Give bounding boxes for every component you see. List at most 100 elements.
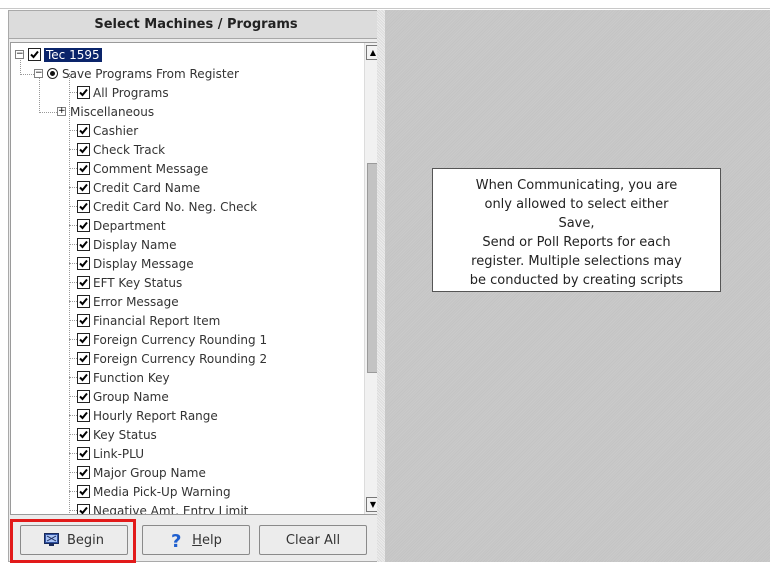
- tree-item[interactable]: Negative Amt. Entry Limit: [77, 501, 248, 514]
- tree-item-label: Check Track: [93, 142, 166, 157]
- checkbox-checked-icon[interactable]: [77, 219, 90, 232]
- checkbox-checked-icon[interactable]: [77, 485, 90, 498]
- checkbox-checked-icon[interactable]: [77, 371, 90, 384]
- tree-connector: [69, 491, 77, 492]
- tree-item[interactable]: Check Track: [77, 140, 165, 159]
- tree-item-label: Hourly Report Range: [93, 408, 218, 423]
- button-bar: Begin ? Help Clear All: [9, 516, 383, 563]
- tree-item[interactable]: Hourly Report Range: [77, 406, 218, 425]
- tree-connector: [20, 74, 34, 75]
- tree-item-label: Comment Message: [93, 161, 209, 176]
- radio-selected-icon[interactable]: [47, 68, 58, 79]
- tree-item-label: Major Group Name: [93, 465, 206, 480]
- tree-connector: [69, 206, 77, 207]
- checkbox-checked-icon[interactable]: [77, 200, 90, 213]
- tree-item[interactable]: Major Group Name: [77, 463, 206, 482]
- help-button-label: Help: [192, 533, 222, 548]
- checkbox-checked-icon[interactable]: [77, 352, 90, 365]
- tree-node-root[interactable]: − Tec 1595: [15, 45, 102, 64]
- help-rest: elp: [201, 532, 222, 548]
- info-line: Save,: [558, 216, 595, 231]
- checkbox-checked-icon[interactable]: [77, 504, 90, 514]
- tree-connector: [69, 320, 77, 321]
- tree-item[interactable]: Display Message: [77, 254, 194, 273]
- tree-item[interactable]: EFT Key Status: [77, 273, 182, 292]
- tree-connector: [69, 453, 77, 454]
- checkbox-checked-icon[interactable]: [77, 333, 90, 346]
- checkbox-checked-icon[interactable]: [77, 390, 90, 403]
- clear-all-button-label: Clear All: [285, 532, 341, 548]
- tree-node-root-label: Tec 1595: [44, 47, 102, 62]
- tree-node-save-programs[interactable]: − Save Programs From Register: [34, 64, 239, 83]
- tree-item[interactable]: Credit Card Name: [77, 178, 200, 197]
- tree-node-all-programs[interactable]: All Programs: [77, 83, 169, 102]
- tree-item[interactable]: Cashier: [77, 121, 138, 140]
- tree-item-label: Media Pick-Up Warning: [93, 484, 231, 499]
- tree-item-label: Department: [93, 218, 166, 233]
- tree-item[interactable]: Key Status: [77, 425, 157, 444]
- tree-item[interactable]: Display Name: [77, 235, 176, 254]
- tree-item[interactable]: Foreign Currency Rounding 2: [77, 349, 267, 368]
- tree-item[interactable]: Media Pick-Up Warning: [77, 482, 231, 501]
- tree-connector: [69, 301, 77, 302]
- begin-button[interactable]: Begin: [20, 525, 128, 555]
- checkbox-checked-icon[interactable]: [77, 238, 90, 251]
- checkbox-checked-icon[interactable]: [77, 428, 90, 441]
- tree-item-label: Credit Card No. Neg. Check: [93, 199, 258, 214]
- tree-item-label: Financial Report Item: [93, 313, 221, 328]
- tree-item[interactable]: Foreign Currency Rounding 1: [77, 330, 267, 349]
- tree-item[interactable]: Financial Report Item: [77, 311, 220, 330]
- checkbox-checked-icon[interactable]: [77, 409, 90, 422]
- tree-item-label: EFT Key Status: [93, 275, 183, 290]
- checkbox-checked-icon[interactable]: [77, 162, 90, 175]
- tree-item[interactable]: Credit Card No. Neg. Check: [77, 197, 257, 216]
- checkbox-checked-icon[interactable]: [77, 257, 90, 270]
- checkbox-checked-icon[interactable]: [77, 466, 90, 479]
- tree-item[interactable]: Link-PLU: [77, 444, 144, 463]
- checkbox-checked-icon[interactable]: [77, 276, 90, 289]
- checkbox-checked-icon[interactable]: [28, 48, 41, 61]
- tree-connector: [69, 396, 77, 397]
- info-line: register. Multiple selections may: [471, 254, 682, 269]
- tree-item[interactable]: Department: [77, 216, 166, 235]
- tree-connector: [69, 472, 77, 473]
- tree-item[interactable]: Function Key: [77, 368, 170, 387]
- question-mark-icon: ?: [170, 531, 184, 549]
- checkbox-checked-icon[interactable]: [77, 86, 90, 99]
- collapse-icon[interactable]: −: [15, 50, 24, 59]
- tree-item-label: Function Key: [93, 370, 170, 385]
- collapse-icon[interactable]: −: [34, 69, 43, 78]
- expand-icon[interactable]: +: [57, 107, 66, 116]
- tree-item-label: Cashier: [93, 123, 139, 138]
- checkbox-checked-icon[interactable]: [77, 181, 90, 194]
- machine-program-tree[interactable]: − Tec 1595 − Save Programs From Register…: [10, 42, 381, 515]
- checkbox-checked-icon[interactable]: [77, 314, 90, 327]
- tree-item[interactable]: Comment Message: [77, 159, 208, 178]
- tree-item[interactable]: Group Name: [77, 387, 169, 406]
- info-line: only allowed to select either: [484, 197, 669, 212]
- tree-item[interactable]: Error Message: [77, 292, 179, 311]
- checkbox-checked-icon[interactable]: [77, 143, 90, 156]
- help-button[interactable]: ? Help: [142, 525, 250, 555]
- info-line: When Communicating, you are: [475, 178, 678, 193]
- tree-connector: [69, 415, 77, 416]
- tree-item-label: Foreign Currency Rounding 1: [93, 332, 268, 347]
- tree-item-label: Display Name: [93, 237, 177, 252]
- tree-item-label: Group Name: [93, 389, 169, 404]
- info-line: Send or Poll Reports for each: [482, 235, 671, 250]
- tree-item-label: Key Status: [93, 427, 157, 442]
- checkbox-checked-icon[interactable]: [77, 447, 90, 460]
- tree-connector: [69, 225, 77, 226]
- tree-item-label: Foreign Currency Rounding 2: [93, 351, 268, 366]
- tree-node-miscellaneous[interactable]: + Miscellaneous: [57, 102, 154, 121]
- tree-connector: [69, 149, 77, 150]
- tree-node-save-label: Save Programs From Register: [62, 66, 239, 81]
- clear-all-button[interactable]: Clear All: [259, 525, 367, 555]
- tree-connector: [69, 92, 77, 93]
- checkbox-checked-icon[interactable]: [77, 124, 90, 137]
- tree-item-label: Link-PLU: [93, 446, 145, 461]
- communication-info-box: When Communicating, you are only allowed…: [432, 168, 721, 292]
- panel-splitter[interactable]: [377, 10, 385, 562]
- tree-node-misc-label: Miscellaneous: [70, 104, 155, 119]
- checkbox-checked-icon[interactable]: [77, 295, 90, 308]
